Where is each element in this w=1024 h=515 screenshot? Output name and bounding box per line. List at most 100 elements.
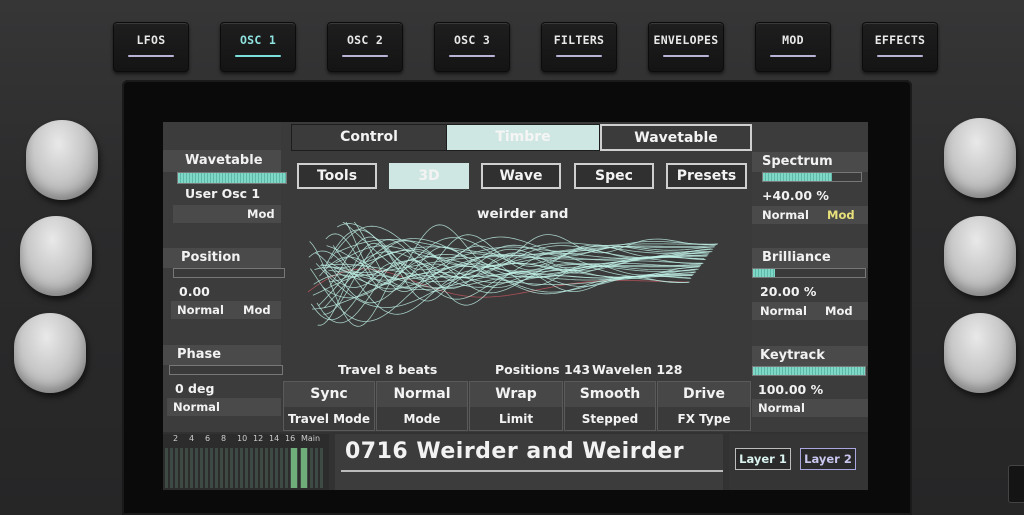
brilliance-title: Brilliance: [762, 250, 831, 265]
meter-main-right: [301, 448, 307, 488]
position-title: Position: [181, 250, 241, 265]
wavetable-value: User Osc 1: [185, 186, 261, 201]
subtab-presets[interactable]: Presets: [666, 163, 747, 189]
phase-bar[interactable]: [169, 365, 283, 375]
phase-title: Phase: [177, 347, 222, 362]
synth-panel: LFOS OSC 1 OSC 2 OSC 3 FILTERS ENVELOPES…: [0, 0, 1024, 515]
side-button[interactable]: [1008, 465, 1024, 503]
filters-led: [556, 55, 602, 57]
meter-scale-label: 10: [237, 434, 248, 443]
preset-name: 0716 Weirder and Weirder: [345, 439, 685, 464]
right-knob-3[interactable]: [944, 313, 1016, 393]
osc3-button[interactable]: OSC 3: [434, 22, 510, 72]
osc3-button-label: OSC 3: [453, 33, 491, 47]
travel-mode-label: Travel Mode: [287, 412, 371, 426]
tab-wavetable[interactable]: Wavetable: [600, 124, 752, 151]
brilliance-value: 20.00 %: [760, 284, 817, 299]
meter-scale-label: 2: [173, 434, 179, 443]
left-knob-2[interactable]: [20, 216, 92, 296]
spectrum-mode[interactable]: Normal: [762, 208, 809, 222]
meter-scale-label: 8: [221, 434, 227, 443]
position-mod[interactable]: Mod: [243, 303, 271, 317]
lfos-led: [128, 55, 174, 57]
meter-scale-label: 14: [269, 434, 280, 443]
spectrum-title: Spectrum: [762, 154, 833, 169]
mod-button[interactable]: MOD: [755, 22, 831, 72]
meter-scale: 2 4 6 8 10 12 14 16 Main: [173, 434, 329, 446]
osc1-led: [235, 55, 281, 57]
subtab-spec[interactable]: Spec: [574, 163, 654, 189]
level-meter: 2 4 6 8 10 12 14 16 Main: [163, 434, 329, 490]
wavetable-bar[interactable]: [177, 172, 287, 184]
param-fx-type[interactable]: Drive FX Type: [657, 381, 751, 431]
brilliance-mode[interactable]: Normal: [760, 304, 807, 318]
spectrum-mod[interactable]: Mod: [827, 208, 855, 222]
brilliance-mod[interactable]: Mod: [825, 304, 853, 318]
positions-readout: Positions 143: [495, 362, 591, 377]
tab-control[interactable]: Control: [291, 124, 447, 151]
envelopes-button-label: ENVELOPES: [653, 33, 719, 47]
tab-timbre[interactable]: Timbre: [446, 124, 600, 151]
keytrack-mode[interactable]: Normal: [758, 401, 805, 415]
envelopes-button[interactable]: ENVELOPES: [648, 22, 724, 72]
right-knob-2[interactable]: [944, 216, 1016, 296]
left-knob-1[interactable]: [26, 120, 98, 200]
limit-label: Limit: [498, 412, 534, 426]
osc3-led: [449, 55, 495, 57]
filters-button[interactable]: FILTERS: [541, 22, 617, 72]
osc2-led: [342, 55, 388, 57]
travel-readout: Travel 8 beats: [338, 362, 438, 377]
travel-mode-value: Sync: [284, 382, 374, 407]
lfos-button[interactable]: LFOS: [113, 22, 189, 72]
osc1-button-label: OSC 1: [239, 33, 277, 47]
meter-scale-label: 6: [205, 434, 211, 443]
right-knob-1[interactable]: [944, 118, 1016, 198]
filters-button-label: FILTERS: [553, 33, 605, 47]
wavetable-3d-view[interactable]: [298, 222, 738, 342]
wavetable-mod[interactable]: Mod: [247, 207, 275, 221]
layer-2-button[interactable]: Layer 2: [800, 448, 856, 470]
param-mode[interactable]: Normal Mode: [376, 381, 468, 431]
wave-title: weirder and: [477, 206, 569, 222]
effects-led: [877, 55, 923, 57]
param-limit[interactable]: Wrap Limit: [469, 381, 563, 431]
osc2-button[interactable]: OSC 2: [327, 22, 403, 72]
layer-1-button[interactable]: Layer 1: [735, 448, 791, 470]
fx-type-value: Drive: [658, 382, 750, 407]
lfos-button-label: LFOS: [136, 33, 166, 47]
subtab-wave[interactable]: Wave: [481, 163, 561, 189]
fx-type-label: FX Type: [677, 412, 731, 426]
right-param-column: Spectrum +40.00 % Normal Mod Brilliance …: [752, 122, 868, 432]
position-value: 0.00: [179, 284, 210, 299]
subtab-3d[interactable]: 3D: [389, 163, 469, 189]
subtab-tools[interactable]: Tools: [297, 163, 377, 189]
mode-label: Mode: [403, 412, 441, 426]
position-bar[interactable]: [173, 268, 285, 278]
keytrack-bar[interactable]: [752, 366, 866, 376]
display-screen: Wavetable User Osc 1 Mod Position 0.00 N…: [163, 122, 868, 490]
layer-panel: Layer 1 Layer 2: [729, 434, 868, 490]
stepped-label: Stepped: [581, 412, 639, 426]
preset-underline: [341, 470, 723, 472]
mod-led: [770, 55, 816, 57]
phase-mode[interactable]: Normal: [173, 400, 220, 414]
envelopes-led: [663, 55, 709, 57]
meter-scale-label: Main: [301, 434, 321, 443]
keytrack-value: 100.00 %: [758, 382, 824, 397]
effects-button[interactable]: EFFECTS: [862, 22, 938, 72]
left-param-column: Wavetable User Osc 1 Mod Position 0.00 N…: [163, 122, 287, 432]
limit-value: Wrap: [470, 382, 562, 407]
preset-name-panel[interactable]: 0716 Weirder and Weirder: [335, 434, 723, 490]
spectrum-bar[interactable]: [762, 172, 862, 182]
position-mode[interactable]: Normal: [177, 303, 224, 317]
effects-button-label: EFFECTS: [874, 33, 926, 47]
meter-scale-label: 16: [285, 434, 296, 443]
keytrack-title: Keytrack: [760, 348, 825, 363]
phase-value: 0 deg: [175, 381, 215, 396]
param-travel-mode[interactable]: Sync Travel Mode: [283, 381, 375, 431]
osc2-button-label: OSC 2: [346, 33, 384, 47]
left-knob-3[interactable]: [14, 313, 86, 393]
osc1-button[interactable]: OSC 1: [220, 22, 296, 72]
param-stepped[interactable]: Smooth Stepped: [564, 381, 656, 431]
brilliance-bar[interactable]: [752, 268, 866, 278]
